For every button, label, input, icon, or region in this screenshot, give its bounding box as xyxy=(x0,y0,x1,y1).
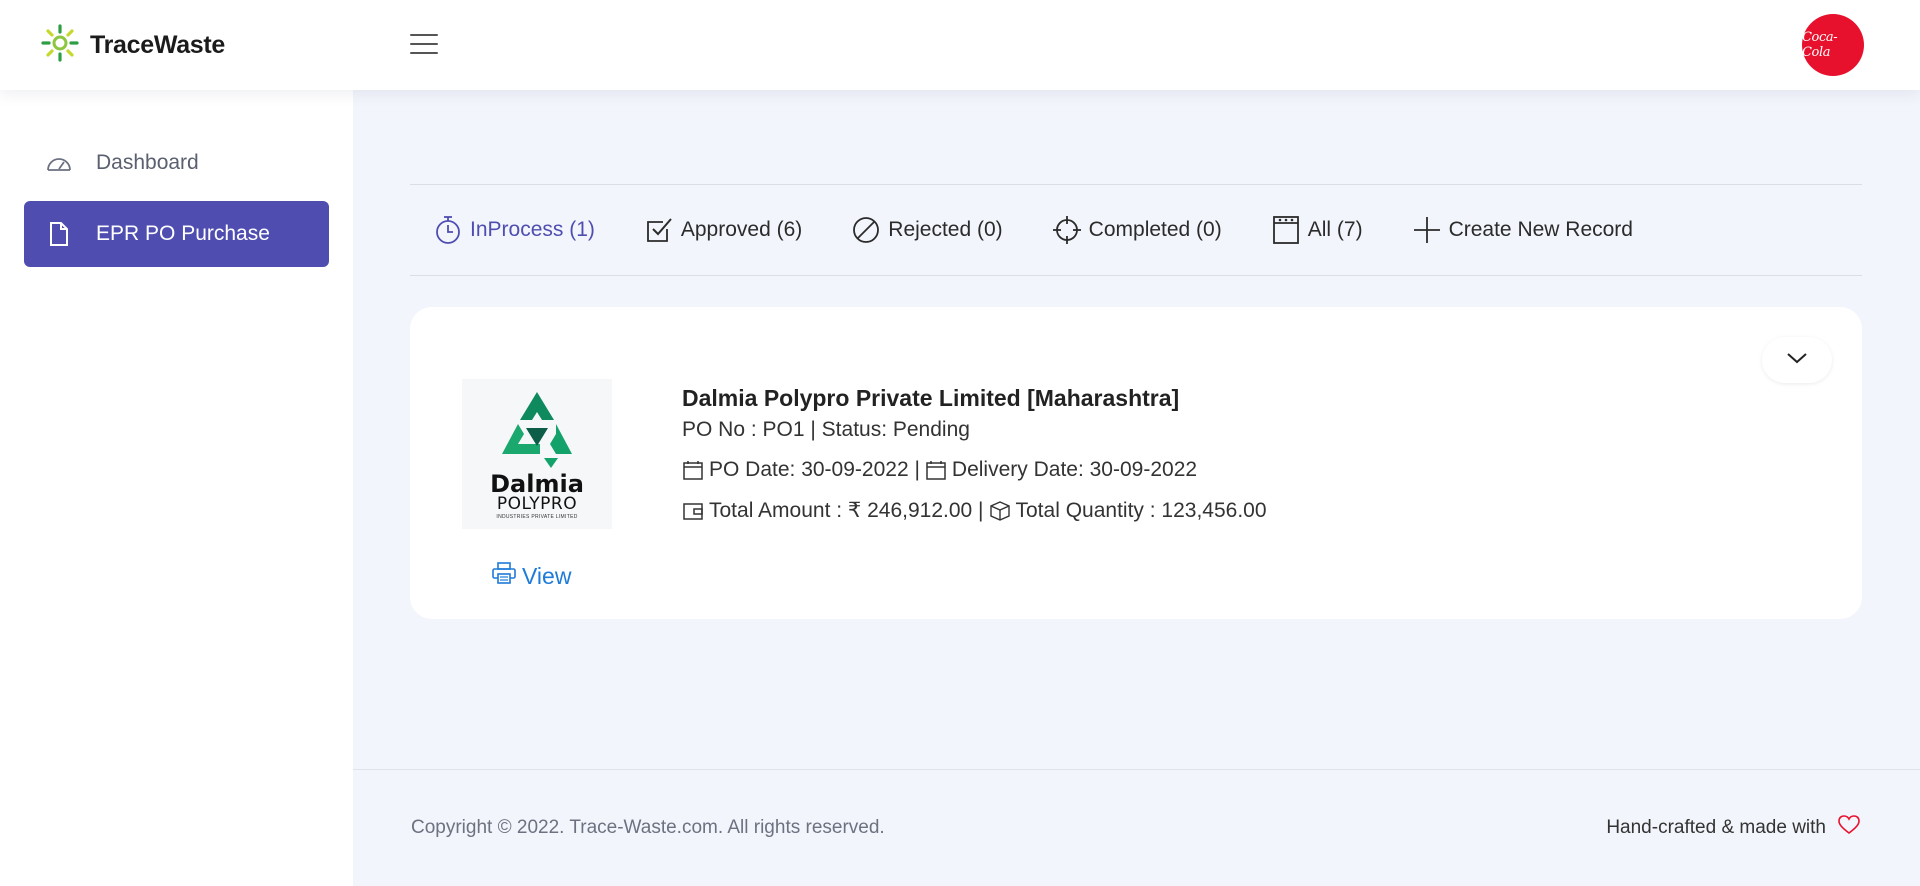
sidebar: Dashboard EPR PO Purchase xyxy=(0,90,353,886)
company-name: Dalmia Polypro Private Limited [Maharash… xyxy=(682,385,1180,411)
printer-icon xyxy=(492,562,516,590)
tab-label: Approved (6) xyxy=(680,218,803,241)
slash-circle-icon xyxy=(852,215,880,245)
tab-inprocess[interactable]: InProcess (1) xyxy=(434,215,595,245)
tab-rejected[interactable]: Rejected (0) xyxy=(852,215,1003,245)
tab-label: Create New Record xyxy=(1448,218,1633,241)
status-tabs: InProcess (1) Approved (6) Rejected (0) xyxy=(410,184,1862,276)
tab-label: InProcess (1) xyxy=(470,218,595,241)
sidebar-item-dashboard[interactable]: Dashboard xyxy=(24,130,329,196)
calendar-icon xyxy=(925,459,947,481)
wallet-icon xyxy=(682,500,704,522)
crafted-text: Hand-crafted & made with xyxy=(1606,817,1826,838)
logo-tiny: INDUSTRIES PRIVATE LIMITED xyxy=(496,513,578,520)
view-button[interactable]: View xyxy=(492,562,571,590)
menu-toggle-icon[interactable] xyxy=(410,34,438,56)
avatar-text: Coca-Cola xyxy=(1802,30,1838,60)
sidebar-item-label: EPR PO Purchase xyxy=(96,222,270,245)
recycle-logo-icon xyxy=(502,392,572,469)
expand-toggle-button[interactable] xyxy=(1762,337,1832,383)
copyright-text: Copyright © 2022. Trace-Waste.com. All r… xyxy=(411,817,885,838)
brand-name: TraceWaste xyxy=(90,30,226,59)
total-amount: Total Amount : ₹ 246,912.00 | xyxy=(709,499,984,522)
record-info: Dalmia Polypro Private Limited [Maharash… xyxy=(682,385,1267,523)
totals-line: Total Amount : ₹ 246,912.00 | Total Quan… xyxy=(682,498,1267,523)
chevron-down-icon xyxy=(1786,351,1808,370)
timer-icon xyxy=(434,215,462,245)
tab-completed[interactable]: Completed (0) xyxy=(1052,215,1222,245)
sidebar-item-epr-po-purchase[interactable]: EPR PO Purchase xyxy=(24,201,329,267)
view-label: View xyxy=(522,562,572,589)
dates-line: PO Date: 30-09-2022 | Delivery Date: 30-… xyxy=(682,458,1267,482)
sidebar-item-label: Dashboard xyxy=(96,151,199,174)
tab-approved[interactable]: Approved (6) xyxy=(645,215,802,245)
company-logo: Dalmia POLYPRO INDUSTRIES PRIVATE LIMITE… xyxy=(462,379,612,529)
po-status: PO No : PO1 | Status: Pending xyxy=(682,418,1267,442)
po-status-text: PO No : PO1 | Status: Pending xyxy=(682,418,970,441)
tab-label: All (7) xyxy=(1307,218,1363,241)
tab-label: Completed (0) xyxy=(1088,218,1222,241)
tab-all[interactable]: All (7) xyxy=(1272,215,1363,245)
crosshair-icon xyxy=(1052,215,1081,245)
total-quantity: Total Quantity : 123,456.00 xyxy=(1015,498,1267,522)
calendar-icon xyxy=(1272,215,1300,245)
tab-create-new-record[interactable]: Create New Record xyxy=(1413,215,1633,245)
calendar-icon xyxy=(682,459,704,481)
plus-icon xyxy=(1413,215,1441,245)
checkbox-icon xyxy=(645,215,673,245)
user-avatar[interactable]: Coca-Cola xyxy=(1802,14,1864,76)
heart-icon xyxy=(1838,815,1860,841)
document-icon xyxy=(46,221,72,247)
crafted-text-wrap: Hand-crafted & made with xyxy=(1606,815,1860,841)
tab-label: Rejected (0) xyxy=(888,218,1003,241)
footer: Copyright © 2022. Trace-Waste.com. All r… xyxy=(353,769,1920,886)
main-content: InProcess (1) Approved (6) Rejected (0) xyxy=(353,90,1920,886)
box-icon xyxy=(989,500,1011,522)
delivery-date: Delivery Date: 30-09-2022 xyxy=(951,458,1198,481)
sun-logo-icon xyxy=(40,23,80,68)
brand-logo[interactable]: TraceWaste xyxy=(40,23,226,68)
top-header: TraceWaste Coca-Cola xyxy=(0,0,1920,90)
record-card: Dalmia POLYPRO INDUSTRIES PRIVATE LIMITE… xyxy=(410,307,1862,619)
speedometer-icon xyxy=(46,150,72,176)
logo-sub: POLYPRO xyxy=(496,494,578,515)
po-date: PO Date: 30-09-2022 | xyxy=(709,458,920,481)
logo-word: Dalmia xyxy=(490,470,584,499)
